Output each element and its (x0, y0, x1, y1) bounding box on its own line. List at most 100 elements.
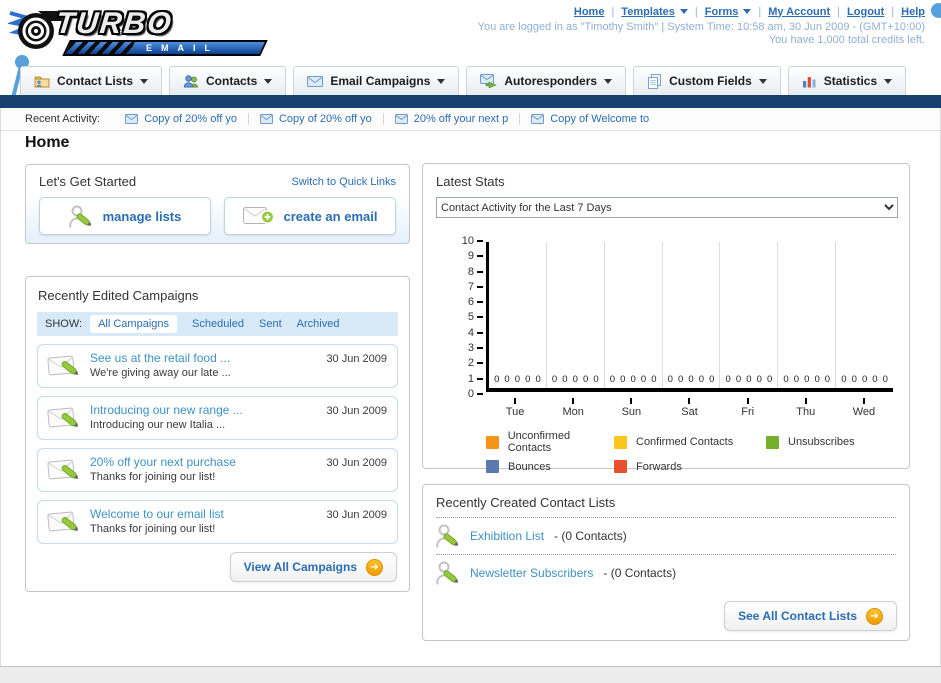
envelope-icon (394, 114, 408, 124)
manage-lists-button[interactable]: manage lists (39, 197, 211, 235)
latest-stats-title: Latest Stats (436, 174, 505, 189)
login-line2: You have 1,000 total credits left. (768, 34, 925, 46)
legend-swatch (486, 435, 499, 449)
view-all-campaigns-button[interactable]: View All Campaigns ➔ (229, 552, 397, 582)
tab-contacts[interactable]: Contacts (169, 66, 287, 95)
tab-label: Contacts (206, 74, 258, 88)
login-line1: You are logged in as "Timothy Smith" | S… (477, 21, 925, 33)
app-logo[interactable]: TURBO EMAIL (8, 3, 268, 56)
tab-contact-lists[interactable]: Contact Lists (20, 66, 163, 95)
contact-lists-panel: Recently Created Contact Lists Exhibitio… (422, 484, 910, 641)
nav-divider-bar (0, 95, 941, 108)
filter-scheduled[interactable]: Scheduled (192, 318, 244, 330)
campaign-item: Welcome to our email list Thanks for joi… (37, 500, 398, 544)
campaign-subtitle: We're giving away our late ... (90, 367, 231, 379)
recent-activity-item[interactable]: Copy of 20% off yo (249, 113, 384, 125)
get-started-panel: Let's Get Started Switch to Quick Links … (25, 164, 410, 244)
contact-lists-icon (34, 76, 50, 88)
logo-title: TURBO (54, 7, 175, 40)
legend-item: Bounces (486, 460, 614, 473)
envelope-icon (259, 114, 273, 124)
email-campaigns-icon (307, 75, 324, 87)
chart-plot: 00000000000000000000000000000000000 (486, 242, 893, 392)
get-started-title: Let's Get Started (39, 174, 137, 189)
contact-list-item: Exhibition List - (0 Contacts) (423, 518, 909, 554)
contact-lists-title: Recently Created Contact Lists (436, 495, 616, 510)
recent-activity-bar: Recent Activity: Copy of 20% off yo Copy… (0, 108, 941, 131)
recent-activity-item[interactable]: Copy of 20% off yo (114, 113, 249, 125)
envelope-pencil-icon (47, 459, 79, 480)
recent-activity-item[interactable]: Copy of Welcome to (520, 113, 660, 125)
logo-subtitle: EMAIL (146, 43, 219, 53)
legend-swatch (614, 460, 627, 473)
contact-list-link[interactable]: Exhibition List (470, 529, 544, 543)
legend-item: Unconfirmed Contacts (486, 430, 614, 454)
contact-list-link[interactable]: Newsletter Subscribers (470, 566, 593, 580)
main-nav-tabs: Contact Lists Contacts Email Campaigns A… (20, 66, 907, 95)
envelope-icon (531, 114, 545, 124)
legend-swatch (486, 460, 499, 473)
tab-email-campaigns[interactable]: Email Campaigns (293, 66, 460, 95)
nav-link-logout[interactable]: Logout (847, 6, 884, 18)
envelope-plus-icon (242, 207, 274, 224)
tab-autoresponders[interactable]: Autoresponders (466, 66, 627, 95)
chevron-down-icon (743, 9, 752, 18)
stats-period-select[interactable]: Contact Activity for the Last 7 Days (436, 197, 898, 218)
nav-link-help[interactable]: Help (901, 6, 925, 18)
switch-quick-links[interactable]: Switch to Quick Links (291, 176, 396, 188)
app-window: TURBO EMAIL Home Templates Forms My Acco… (0, 0, 941, 683)
chevron-down-icon (140, 78, 149, 88)
campaign-date: 30 Jun 2009 (326, 353, 387, 365)
custom-fields-icon (648, 73, 662, 89)
tab-custom-fields[interactable]: Custom Fields (633, 66, 781, 95)
nav-link-home[interactable]: Home (574, 6, 605, 18)
campaign-date: 30 Jun 2009 (326, 509, 387, 521)
person-pencil-icon (68, 205, 91, 228)
recent-activity-item[interactable]: 20% off your next p (384, 113, 521, 125)
chart-y-axis: 10 9 8 7 6 5 4 3 2 1 0 (423, 235, 483, 400)
page-border-left (0, 108, 1, 666)
contact-list-item: Newsletter Subscribers - (0 Contacts) (423, 555, 909, 591)
legend-item: Forwards (614, 460, 766, 473)
arrow-right-icon: ➔ (366, 558, 383, 576)
arrow-right-icon: ➔ (866, 607, 883, 625)
filter-archived[interactable]: Archived (297, 318, 340, 330)
decor-dot-right (931, 3, 941, 18)
chevron-down-icon (437, 78, 446, 88)
envelope-pencil-icon (47, 407, 79, 428)
campaign-item: See us at the retail food ... We're givi… (37, 344, 398, 388)
envelope-pencil-icon (47, 511, 79, 532)
envelope-pencil-icon (47, 355, 79, 376)
nav-link-my-account[interactable]: My Account (768, 6, 830, 18)
campaign-subtitle: Thanks for joining our list! (90, 523, 216, 535)
campaigns-panel: Recently Edited Campaigns SHOW: All Camp… (25, 276, 410, 592)
chevron-down-icon (604, 78, 613, 88)
person-pencil-icon (436, 561, 459, 585)
show-label: SHOW: (45, 318, 83, 330)
legend-item: Unsubscribes (766, 430, 855, 454)
contacts-icon (183, 75, 199, 88)
latest-stats-panel: Latest Stats Contact Activity for the La… (422, 163, 910, 473)
legend-item: Confirmed Contacts (614, 430, 766, 454)
chevron-down-icon (679, 9, 688, 18)
tab-label: Autoresponders (504, 74, 598, 88)
tab-label: Statistics (823, 74, 878, 88)
chart-legend: Unconfirmed Contacts Confirmed Contacts … (486, 430, 855, 473)
page-title: Home (25, 134, 70, 151)
filter-sent[interactable]: Sent (259, 318, 282, 330)
filter-all-campaigns[interactable]: All Campaigns (90, 315, 177, 333)
campaign-item: Introducing our new range ... Introducin… (37, 396, 398, 440)
tab-label: Custom Fields (669, 74, 752, 88)
campaign-date: 30 Jun 2009 (326, 457, 387, 469)
chart-x-labels: Tue Mon Sun Sat Fri Thu Wed (486, 398, 893, 418)
legend-swatch (614, 435, 627, 449)
create-email-button[interactable]: create an email (224, 197, 396, 235)
nav-link-forms[interactable]: Forms (705, 6, 739, 18)
see-all-contact-lists-button[interactable]: See All Contact Lists ➔ (724, 601, 897, 631)
chevron-down-icon (758, 78, 767, 88)
tab-statistics[interactable]: Statistics (787, 66, 907, 95)
campaign-date: 30 Jun 2009 (326, 405, 387, 417)
login-info: You are logged in as "Timothy Smith" | S… (478, 21, 925, 47)
nav-link-templates[interactable]: Templates (621, 6, 675, 18)
chevron-down-icon (264, 78, 273, 88)
